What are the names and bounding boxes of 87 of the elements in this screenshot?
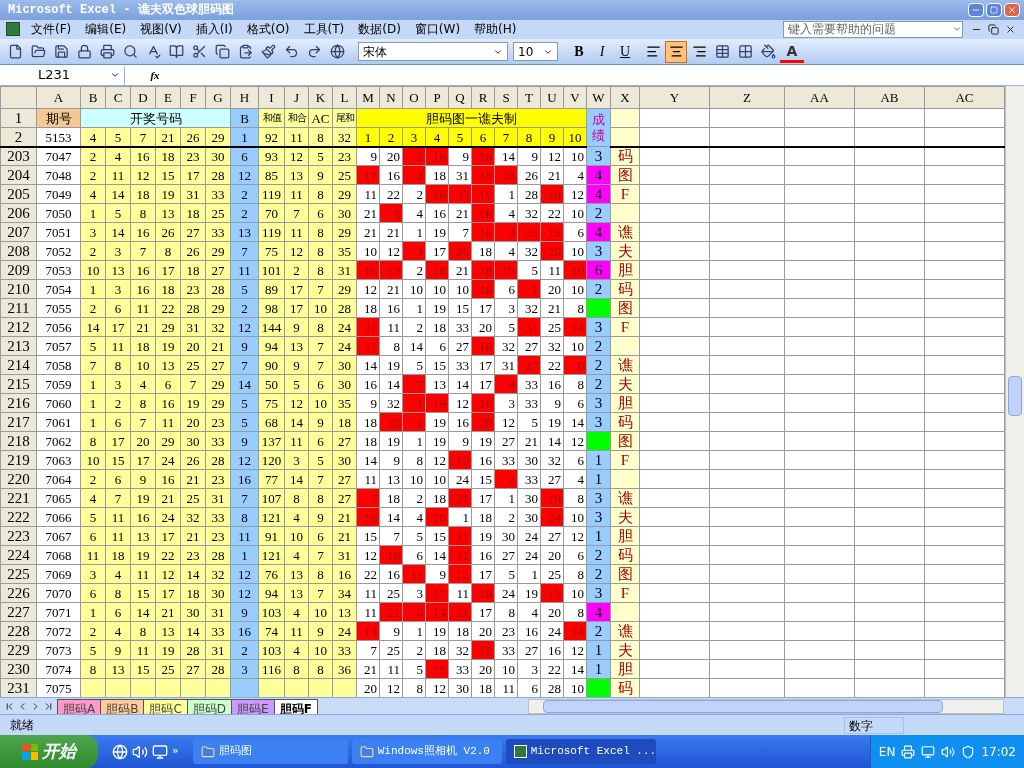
column-header[interactable]: AC bbox=[924, 86, 1005, 109]
close-icon bbox=[1005, 23, 1016, 35]
menu-item[interactable]: 窗口(W) bbox=[407, 20, 468, 39]
vertical-scrollbar[interactable] bbox=[1005, 86, 1024, 698]
volume-icon bbox=[941, 744, 956, 759]
taskbar-button[interactable]: Windows照相机 V2.0 bbox=[351, 739, 502, 764]
last-sheet-icon bbox=[43, 700, 54, 712]
column-header[interactable]: G bbox=[205, 86, 231, 109]
start-button[interactable]: 开始 bbox=[0, 735, 98, 768]
column-header[interactable]: P bbox=[425, 86, 449, 109]
column-header[interactable]: Y bbox=[639, 86, 710, 109]
font-size-select[interactable]: 10 bbox=[513, 42, 558, 61]
taskbar-button[interactable]: 胆码图 bbox=[192, 739, 348, 764]
font-color-button[interactable]: A bbox=[780, 40, 804, 63]
horizontal-scrollbar[interactable] bbox=[528, 698, 1004, 714]
menu-item[interactable]: 数据(D) bbox=[351, 20, 408, 39]
sheet-tab[interactable]: 胆码C bbox=[143, 698, 188, 715]
maximize-icon bbox=[990, 5, 998, 14]
format-button[interactable]: U bbox=[614, 40, 636, 63]
menu-item[interactable]: 编辑(E) bbox=[78, 20, 134, 39]
taskbar-button[interactable]: Microsoft Excel ... bbox=[505, 739, 656, 764]
column-header[interactable]: O bbox=[402, 86, 426, 109]
column-header[interactable]: Z bbox=[709, 86, 785, 109]
media-player-icon bbox=[132, 743, 148, 760]
column-header[interactable]: J bbox=[284, 86, 309, 109]
column-header[interactable]: V bbox=[563, 86, 587, 109]
scroll-thumb[interactable] bbox=[1008, 376, 1022, 417]
folder-icon bbox=[359, 744, 374, 759]
status-mode: 数字 bbox=[844, 716, 904, 734]
font-select[interactable]: 宋体 bbox=[358, 42, 508, 61]
column-header[interactable]: E bbox=[155, 86, 181, 109]
align-center-icon[interactable] bbox=[665, 40, 687, 63]
sheet-tab[interactable]: 胆码F bbox=[273, 698, 318, 715]
function-label[interactable]: fx bbox=[125, 66, 185, 84]
column-header[interactable]: U bbox=[540, 86, 564, 109]
sheet-tab[interactable]: 胆码B bbox=[100, 698, 145, 715]
column-header[interactable]: Q bbox=[448, 86, 472, 109]
column-header[interactable]: C bbox=[105, 86, 131, 109]
column-header[interactable]: X bbox=[610, 86, 640, 109]
menu-item[interactable]: 格式(O) bbox=[239, 20, 297, 39]
column-header[interactable]: I bbox=[258, 86, 285, 109]
close-icon bbox=[1007, 4, 1017, 15]
column-header[interactable]: T bbox=[517, 86, 541, 109]
windows-logo-icon bbox=[22, 743, 38, 760]
minimize-button[interactable] bbox=[968, 2, 984, 17]
close-button[interactable] bbox=[1004, 2, 1020, 17]
column-header[interactable]: R bbox=[471, 86, 495, 109]
menu-item[interactable]: 文件(F) bbox=[24, 20, 79, 39]
column-header[interactable]: L bbox=[332, 86, 357, 109]
printer-icon bbox=[901, 744, 916, 759]
window-title: Microsoft Excel - 谯夫双色球胆码图 bbox=[7, 1, 234, 19]
column-header[interactable]: B bbox=[80, 86, 106, 109]
status-text: 就绪 bbox=[9, 717, 34, 735]
scroll-thumb[interactable] bbox=[543, 699, 943, 713]
sheet-tab[interactable]: 胆码D bbox=[186, 698, 233, 715]
format-button[interactable]: I bbox=[591, 40, 613, 63]
shield-icon bbox=[961, 744, 976, 759]
column-header[interactable]: F bbox=[180, 86, 206, 109]
column-header[interactable]: H bbox=[230, 86, 259, 109]
browser-icon bbox=[112, 743, 128, 760]
column-header[interactable]: N bbox=[379, 86, 403, 109]
first-sheet-icon bbox=[4, 700, 15, 712]
menu-item[interactable]: 视图(V) bbox=[133, 20, 189, 39]
restore-icon bbox=[988, 23, 999, 35]
network-icon bbox=[921, 744, 936, 759]
column-header[interactable]: AB bbox=[854, 86, 925, 109]
more-button[interactable]: » bbox=[172, 743, 179, 760]
desktop-icon bbox=[152, 743, 168, 760]
folder-icon bbox=[200, 744, 215, 759]
menu-item[interactable]: 插入(I) bbox=[188, 20, 240, 39]
format-button[interactable]: B bbox=[568, 40, 590, 63]
menu-item[interactable]: 帮助(H) bbox=[467, 20, 524, 39]
clock: 17:02 bbox=[981, 743, 1016, 761]
column-header[interactable]: A bbox=[36, 86, 81, 109]
menu-item[interactable]: 工具(T) bbox=[296, 20, 352, 39]
column-header[interactable]: D bbox=[130, 86, 156, 109]
table-cell: 成绩 bbox=[586, 108, 611, 147]
column-header[interactable]: S bbox=[494, 86, 518, 109]
column-header[interactable]: AA bbox=[784, 86, 855, 109]
column-header[interactable]: K bbox=[308, 86, 333, 109]
column-header[interactable]: M bbox=[356, 86, 380, 109]
help-search-field[interactable]: 键入需要帮助的问题 bbox=[783, 20, 963, 38]
column-header[interactable]: W bbox=[586, 86, 611, 109]
name-box[interactable]: L231 bbox=[0, 65, 125, 85]
sheet-tab[interactable]: 胆码E bbox=[231, 698, 275, 715]
restore-button[interactable] bbox=[986, 2, 1002, 17]
sheet-tab[interactable]: 胆码A bbox=[57, 698, 102, 715]
